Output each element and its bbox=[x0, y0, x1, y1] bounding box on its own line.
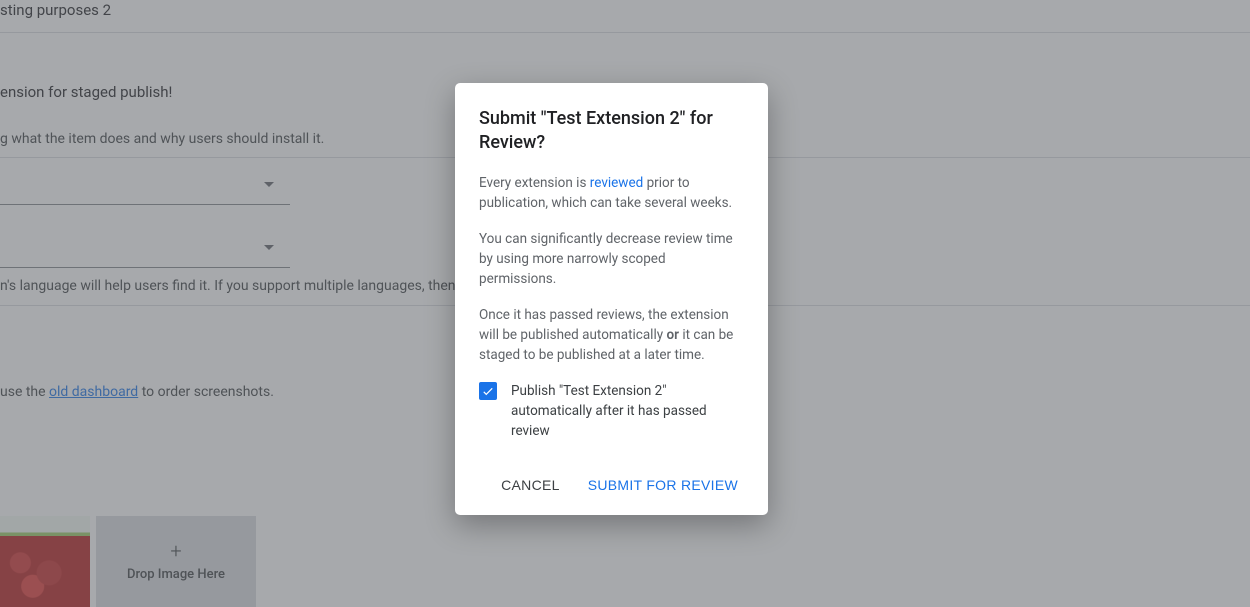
reviewed-link[interactable]: reviewed bbox=[590, 175, 643, 191]
auto-publish-checkbox[interactable] bbox=[479, 382, 497, 400]
auto-publish-option[interactable]: Publish "Test Extension 2" automatically… bbox=[479, 381, 744, 441]
dialog-paragraph: Once it has passed reviews, the extensio… bbox=[479, 305, 744, 365]
cancel-button[interactable]: CANCEL bbox=[495, 469, 566, 501]
dialog-body: Every extension is reviewed prior to pub… bbox=[479, 173, 744, 461]
text-strong: or bbox=[666, 327, 679, 343]
auto-publish-label: Publish "Test Extension 2" automatically… bbox=[511, 381, 744, 441]
dialog-actions: CANCEL SUBMIT FOR REVIEW bbox=[479, 461, 744, 501]
submit-for-review-button[interactable]: SUBMIT FOR REVIEW bbox=[582, 469, 744, 501]
text-fragment: Every extension is bbox=[479, 175, 590, 191]
dialog-title: Submit "Test Extension 2" for Review? bbox=[479, 107, 744, 155]
dialog-paragraph: You can significantly decrease review ti… bbox=[479, 229, 744, 289]
submit-review-dialog: Submit "Test Extension 2" for Review? Ev… bbox=[455, 83, 768, 515]
check-icon bbox=[481, 384, 495, 398]
dialog-paragraph: Every extension is reviewed prior to pub… bbox=[479, 173, 744, 213]
